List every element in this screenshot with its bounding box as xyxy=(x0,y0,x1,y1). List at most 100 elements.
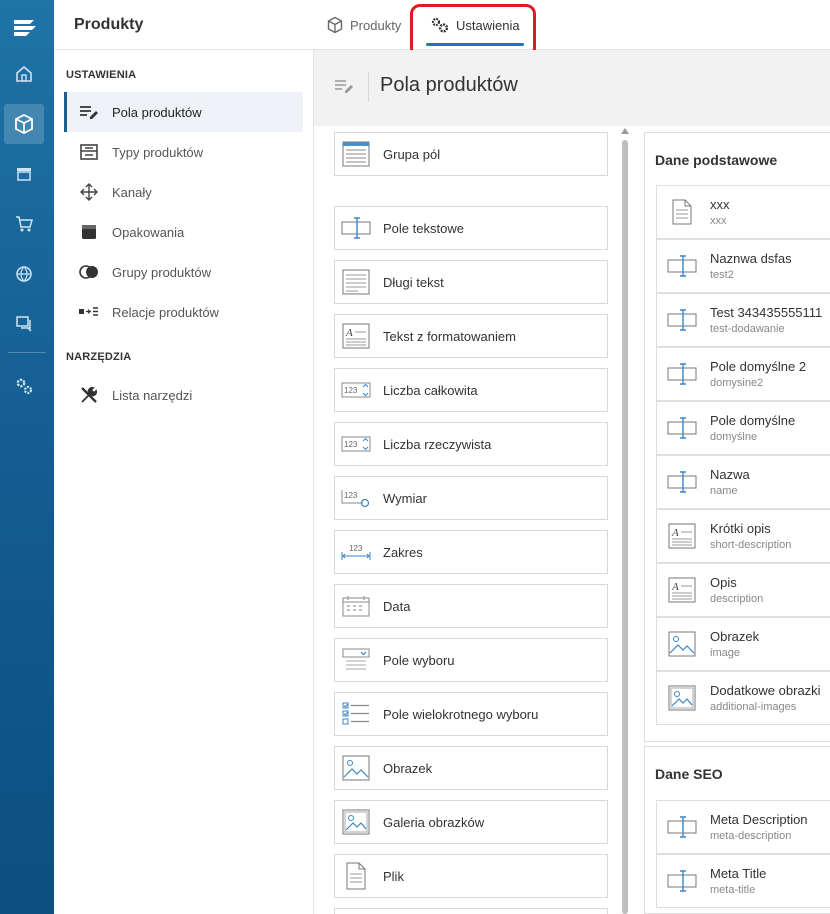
scroll-thumb[interactable] xyxy=(622,140,628,914)
palette-item-liczba-rzeczywista[interactable]: 123 Liczba rzeczywista xyxy=(334,422,608,466)
field-code: meta-title xyxy=(710,884,756,896)
palette-item-zakres[interactable]: 123 Zakres xyxy=(334,530,608,574)
svg-text:A: A xyxy=(671,527,679,539)
field-code: description xyxy=(710,593,764,605)
palette-item-label: Pole wyboru xyxy=(383,652,455,668)
cart-icon[interactable] xyxy=(4,204,44,244)
sidebar-item-pola-produktow[interactable]: Pola produktów xyxy=(64,92,303,132)
text-field-icon xyxy=(667,359,697,389)
palette-item-grupa-pol[interactable]: Grupa pól xyxy=(334,132,608,176)
sidebar-item-label: Typy produktów xyxy=(112,144,204,160)
field-name: Pole domyślne 2 xyxy=(710,359,807,374)
field-name: xxx xyxy=(710,197,730,212)
settings-gears-icon[interactable] xyxy=(4,366,44,406)
palette-item-label: Wymiar xyxy=(383,490,427,506)
field-code: short-description xyxy=(710,539,792,551)
logo-icon[interactable] xyxy=(12,14,38,40)
globe-icon[interactable] xyxy=(4,254,44,294)
home-icon[interactable] xyxy=(4,54,44,94)
palette-item-label: Liczba całkowita xyxy=(383,382,478,398)
palette-item-pole-wielokrotnego-wyboru[interactable]: Pole wielokrotnego wyboru xyxy=(334,692,608,736)
group-field-description[interactable]: A Opis description xyxy=(656,563,830,617)
field-code: test-dodawanie xyxy=(710,323,785,335)
dimension-icon: 123 xyxy=(341,483,371,513)
field-code: test2 xyxy=(710,269,734,281)
chat-icon[interactable] xyxy=(4,304,44,344)
sidebar-item-label: Pola produktów xyxy=(112,104,202,120)
fields-edit-icon xyxy=(334,78,356,99)
groups-icon xyxy=(78,261,100,283)
group-field-test-dodawanie[interactable]: Test 343435555111 test-dodawanie xyxy=(656,293,830,347)
palette-item-tekst-z-formatowaniem[interactable]: A Tekst z formatowaniem xyxy=(334,314,608,358)
package-icon xyxy=(78,221,100,243)
palette-item-label: Plik xyxy=(383,868,404,884)
palette-item-label: Pole wielokrotnego wyboru xyxy=(383,706,539,722)
header-divider xyxy=(368,72,369,102)
group-field-name[interactable]: Nazwa name xyxy=(656,455,830,509)
text-field-icon xyxy=(667,467,697,497)
decimal-icon: 123 xyxy=(341,429,371,459)
sidebar-item-relacje-produktow[interactable]: Relacje produktów xyxy=(64,292,303,332)
sidebar-item-typy-produktow[interactable]: Typy produktów xyxy=(64,132,303,172)
svg-text:123: 123 xyxy=(349,544,363,553)
group-field-image[interactable]: Obrazek image xyxy=(656,617,830,671)
products-cube-icon[interactable] xyxy=(4,104,44,144)
group-title: Dane podstawowe xyxy=(655,152,778,168)
group-field-additional-images[interactable]: Dodatkowe obrazki additional-images xyxy=(656,671,830,725)
file-icon xyxy=(667,197,697,227)
palette-item-plik[interactable]: Plik xyxy=(334,854,608,898)
group-field-xxx[interactable]: xxx xxx xyxy=(656,185,830,239)
cube-icon xyxy=(327,16,343,34)
sidebar-item-label: Grupy produktów xyxy=(112,264,211,280)
palette-item-label: Zakres xyxy=(383,544,423,560)
field-name: Meta Description xyxy=(710,812,808,827)
rich-text-icon: A xyxy=(667,575,697,605)
gallery-icon xyxy=(341,807,371,837)
select-icon xyxy=(341,645,371,675)
svg-text:A: A xyxy=(671,581,679,593)
scroll-up-arrow-icon[interactable] xyxy=(621,128,629,134)
sidebar-item-lista-narzedzi[interactable]: Lista narzędzi xyxy=(64,375,303,415)
field-code: xxx xyxy=(710,215,727,227)
sidebar-item-opakowania[interactable]: Opakowania xyxy=(64,212,303,252)
app-title: Produkty xyxy=(74,16,144,33)
palette-item-data[interactable]: Data xyxy=(334,584,608,628)
rich-text-icon: A xyxy=(341,321,371,351)
palette-item-wymiar[interactable]: 123 Wymiar xyxy=(334,476,608,520)
image-icon xyxy=(341,753,371,783)
svg-text:123: 123 xyxy=(344,491,358,500)
palette-item-next[interactable] xyxy=(334,908,608,914)
field-name: Dodatkowe obrazki xyxy=(710,683,821,698)
rail-divider xyxy=(8,352,46,353)
group-field-meta-title[interactable]: Meta Title meta-title xyxy=(656,854,830,908)
group-field-meta-description[interactable]: Meta Description meta-description xyxy=(656,800,830,854)
tab-produkty[interactable]: Produkty xyxy=(326,0,401,50)
sidebar-item-grupy-produktow[interactable]: Grupy produktów xyxy=(64,252,303,292)
channels-icon xyxy=(78,181,100,203)
group-field-domysine2[interactable]: Pole domyślne 2 domysine2 xyxy=(656,347,830,401)
sidebar-item-label: Opakowania xyxy=(112,224,185,240)
palette-item-pole-wyboru[interactable]: Pole wyboru xyxy=(334,638,608,682)
range-icon: 123 xyxy=(341,537,371,567)
group-field-domyslne[interactable]: Pole domyślne domyślne xyxy=(656,401,830,455)
palette-item-label: Grupa pól xyxy=(383,146,441,162)
palette-item-galeria-obrazkow[interactable]: Galeria obrazków xyxy=(334,800,608,844)
field-name: Obrazek xyxy=(710,629,760,644)
palette-item-pole-tekstowe[interactable]: Pole tekstowe xyxy=(334,206,608,250)
section-title-narzedzia: NARZĘDZIA xyxy=(66,351,132,363)
store-icon[interactable] xyxy=(4,154,44,194)
group-field-short-description[interactable]: A Krótki opis short-description xyxy=(656,509,830,563)
field-name: Opis xyxy=(710,575,737,590)
field-name: Nazwa xyxy=(710,467,750,482)
relations-icon xyxy=(78,301,100,323)
palette-scrollbar[interactable] xyxy=(620,128,630,914)
palette-item-liczba-calkowita[interactable]: 123 Liczba całkowita xyxy=(334,368,608,412)
main-header: Pola produktów xyxy=(314,50,830,126)
palette-item-obrazek[interactable]: Obrazek xyxy=(334,746,608,790)
group-field-test2[interactable]: Naznwa dsfas test2 xyxy=(656,239,830,293)
sidebar-item-kanaly[interactable]: Kanały xyxy=(64,172,303,212)
field-code: image xyxy=(710,647,740,659)
text-field-icon xyxy=(667,812,697,842)
svg-text:A: A xyxy=(345,327,353,339)
palette-item-dlugi-tekst[interactable]: Długi tekst xyxy=(334,260,608,304)
